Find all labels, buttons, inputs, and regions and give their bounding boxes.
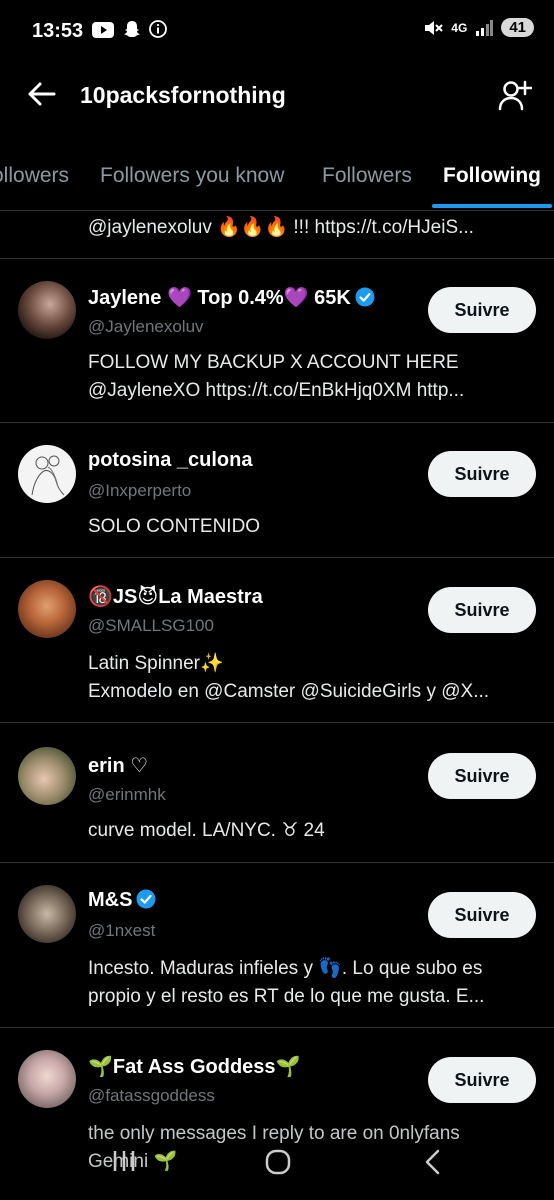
tabs-divider <box>0 210 554 211</box>
user-name[interactable]: erin ♡ <box>88 753 148 778</box>
user-handle: @1nxest <box>88 921 156 940</box>
avatar[interactable] <box>18 747 76 805</box>
active-tab-indicator <box>432 204 552 208</box>
list-item[interactable]: 🔞JS😈La Maestra @SMALLSG100 Latin Spinner… <box>0 558 554 723</box>
follow-button[interactable]: Suivre <box>428 451 536 497</box>
follow-button[interactable]: Suivre <box>428 892 536 938</box>
mute-icon <box>425 20 444 35</box>
user-handle: @SMALLSG100 <box>88 616 214 635</box>
list-item[interactable]: potosina _culona @Inxperperto SOLO CONTE… <box>0 423 554 558</box>
user-name[interactable]: 🌱Fat Ass Goddess🌱 <box>88 1054 300 1079</box>
follow-button[interactable]: Suivre <box>428 287 536 333</box>
partial-bio-text: @jaylenexoluv 🔥🔥🔥 !!! https://t.co/HJeiS… <box>88 217 474 238</box>
page-title: 10packsfornothing <box>80 82 286 108</box>
list-item[interactable]: erin ♡ @erinmhk curve model. LA/NYC. ♉ 2… <box>0 723 554 863</box>
signal-icon <box>476 19 494 36</box>
user-handle: @fatassgoddess <box>88 1086 215 1105</box>
notification-icons <box>92 20 168 43</box>
battery-level: 41 <box>501 18 534 37</box>
status-time: 13:53 <box>32 20 84 42</box>
user-bio: FOLLOW MY BACKUP X ACCOUNT HERE @Jaylene… <box>88 352 465 401</box>
avatar[interactable] <box>18 1050 76 1108</box>
user-name[interactable]: M&S <box>88 889 156 912</box>
list-item[interactable]: M&S @1nxest Incesto. Maduras infieles y … <box>0 863 554 1028</box>
list-item[interactable]: Jaylene 💜 Top 0.4%💜 65K @Jaylenexoluv FO… <box>0 259 554 423</box>
recent-apps-icon[interactable] <box>112 1148 136 1174</box>
user-handle: @Inxperperto <box>88 481 192 500</box>
follow-button[interactable]: Suivre <box>428 753 536 799</box>
system-nav-bar <box>0 1130 554 1200</box>
user-bio: curve model. LA/NYC. ♉ 24 <box>88 820 325 841</box>
home-icon[interactable] <box>264 1148 292 1176</box>
tab-bar: ollowers Followers you know Followers Fo… <box>0 148 554 210</box>
follow-button[interactable]: Suivre <box>428 587 536 633</box>
user-name[interactable]: Jaylene 💜 Top 0.4%💜 65K <box>88 285 375 310</box>
user-name[interactable]: potosina _culona <box>88 449 252 472</box>
avatar[interactable] <box>18 885 76 943</box>
network-type: 4G <box>451 20 468 35</box>
back-arrow-icon[interactable] <box>26 78 58 110</box>
user-bio: Incesto. Maduras infieles y 👣. Lo que su… <box>88 958 485 1007</box>
info-icon <box>149 20 168 38</box>
snapchat-icon <box>123 21 140 37</box>
user-name[interactable]: 🔞JS😈La Maestra <box>88 584 263 609</box>
verified-badge-icon <box>355 287 375 307</box>
back-nav-icon[interactable] <box>422 1148 444 1176</box>
follow-button[interactable]: Suivre <box>428 1057 536 1103</box>
add-user-icon[interactable] <box>498 78 532 112</box>
user-bio: Latin Spinner✨ Exmodelo en @Camster @Sui… <box>88 653 490 702</box>
user-bio: SOLO CONTENIDO <box>88 516 261 537</box>
avatar[interactable] <box>18 281 76 339</box>
tab-followers-partial[interactable]: ollowers <box>0 164 69 188</box>
avatar[interactable] <box>18 580 76 638</box>
tab-following[interactable]: Following <box>443 164 541 188</box>
verified-badge-icon <box>136 889 156 909</box>
user-handle: @Jaylenexoluv <box>88 317 204 336</box>
profile-header: 10packsfornothing <box>0 64 554 128</box>
youtube-icon <box>92 22 114 38</box>
tab-followers-you-know[interactable]: Followers you know <box>100 164 284 188</box>
avatar[interactable] <box>18 445 76 503</box>
status-bar: 13:53 4G 41 <box>0 0 554 64</box>
tab-followers[interactable]: Followers <box>322 164 412 188</box>
user-handle: @erinmhk <box>88 785 166 804</box>
